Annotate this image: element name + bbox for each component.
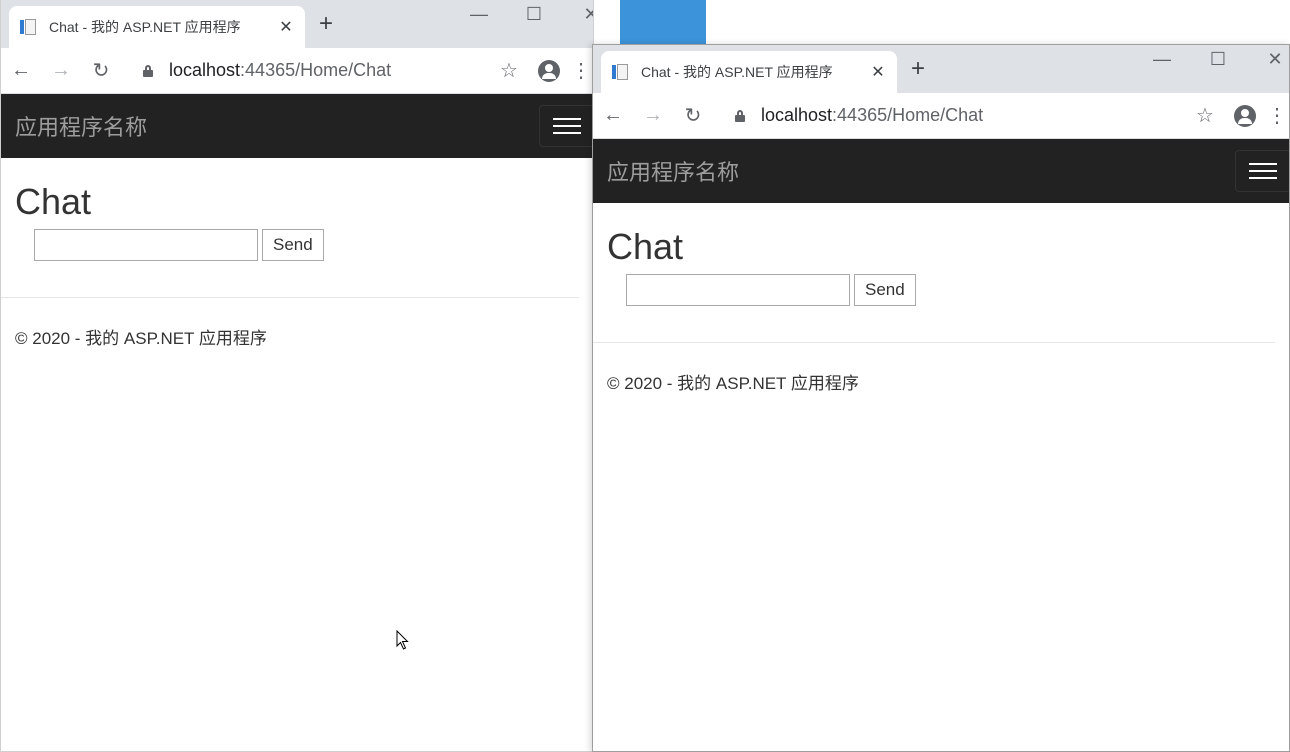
desktop: Chat - 我的 ASP.NET 应用程序 ✕ + — ☐ ✕ ← → ↻ l… <box>0 0 1290 752</box>
page-content: Chat Send © 2020 - 我的 ASP.NET 应用程序 <box>1 158 593 349</box>
message-input[interactable] <box>34 229 258 262</box>
page-footer: © 2020 - 我的 ASP.NET 应用程序 <box>15 329 267 349</box>
close-window-button[interactable]: ✕ <box>1255 49 1289 70</box>
close-window-button[interactable]: ✕ <box>571 4 593 25</box>
lock-icon[interactable] <box>735 109 745 122</box>
chat-form: Send <box>626 274 1275 307</box>
profile-icon[interactable] <box>1234 104 1256 127</box>
chat-form: Send <box>34 229 579 262</box>
site-navbar: 应用程序名称 <box>593 139 1289 203</box>
star-icon[interactable]: ☆ <box>1185 103 1225 128</box>
tab-title: Chat - 我的 ASP.NET 应用程序 <box>49 19 241 35</box>
page-title: Chat <box>607 226 684 267</box>
minimize-button[interactable]: — <box>459 4 499 25</box>
browser-toolbar: ← → ↻ localhost:44365/Home/Chat ☆ ⋮ <box>1 48 593 94</box>
send-button[interactable]: Send <box>854 274 916 307</box>
divider <box>1 297 579 299</box>
send-button[interactable]: Send <box>262 229 324 262</box>
menu-dots-icon[interactable]: ⋮ <box>569 58 593 83</box>
menu-dots-icon[interactable]: ⋮ <box>1265 103 1289 128</box>
page-title: Chat <box>15 181 92 222</box>
browser-window-right: Chat - 我的 ASP.NET 应用程序 ✕ + — ☐ ✕ ← → ↻ l… <box>592 44 1290 752</box>
minimize-button[interactable]: — <box>1142 49 1182 70</box>
page-footer: © 2020 - 我的 ASP.NET 应用程序 <box>607 374 859 394</box>
hamburger-icon[interactable] <box>1235 150 1289 192</box>
page-content: Chat Send © 2020 - 我的 ASP.NET 应用程序 <box>593 203 1289 394</box>
close-tab-icon[interactable]: ✕ <box>869 62 887 82</box>
maximize-button[interactable]: ☐ <box>514 4 554 25</box>
address-bar[interactable]: localhost:44365/Home/Chat <box>735 105 1185 126</box>
title-bar: Chat - 我的 ASP.NET 应用程序 ✕ + — ☐ ✕ <box>1 0 593 48</box>
url-text[interactable]: localhost:44365/Home/Chat <box>761 105 983 126</box>
lock-icon[interactable] <box>143 64 153 77</box>
back-arrow-icon[interactable]: ← <box>1 59 41 82</box>
star-icon[interactable]: ☆ <box>489 58 529 83</box>
browser-toolbar: ← → ↻ localhost:44365/Home/Chat ☆ ⋮ <box>593 93 1289 139</box>
background-window-strip <box>620 0 706 44</box>
profile-icon[interactable] <box>538 59 560 82</box>
new-tab-button[interactable]: + <box>911 57 925 81</box>
title-bar: Chat - 我的 ASP.NET 应用程序 ✕ + — ☐ ✕ <box>593 45 1289 93</box>
browser-tab[interactable]: Chat - 我的 ASP.NET 应用程序 ✕ <box>601 51 897 93</box>
forward-arrow-icon[interactable]: → <box>41 59 81 82</box>
url-text[interactable]: localhost:44365/Home/Chat <box>169 60 391 81</box>
forward-arrow-icon[interactable]: → <box>633 104 673 127</box>
reload-icon[interactable]: ↻ <box>81 58 121 83</box>
back-arrow-icon[interactable]: ← <box>593 104 633 127</box>
close-tab-icon[interactable]: ✕ <box>277 17 295 37</box>
navbar-brand[interactable]: 应用程序名称 <box>15 110 147 142</box>
new-tab-button[interactable]: + <box>319 12 333 36</box>
browser-tab[interactable]: Chat - 我的 ASP.NET 应用程序 ✕ <box>9 6 305 48</box>
tab-title: Chat - 我的 ASP.NET 应用程序 <box>641 64 833 80</box>
divider <box>593 342 1275 344</box>
browser-window-left: Chat - 我的 ASP.NET 应用程序 ✕ + — ☐ ✕ ← → ↻ l… <box>0 0 594 752</box>
hamburger-icon[interactable] <box>539 105 593 147</box>
favicon-icon <box>611 63 629 81</box>
maximize-button[interactable]: ☐ <box>1198 49 1238 70</box>
site-navbar: 应用程序名称 <box>1 94 593 158</box>
address-bar[interactable]: localhost:44365/Home/Chat <box>143 60 489 81</box>
favicon-icon <box>19 18 37 36</box>
navbar-brand[interactable]: 应用程序名称 <box>607 155 739 187</box>
reload-icon[interactable]: ↻ <box>673 103 713 128</box>
mouse-cursor-icon <box>396 630 409 650</box>
message-input[interactable] <box>626 274 850 307</box>
